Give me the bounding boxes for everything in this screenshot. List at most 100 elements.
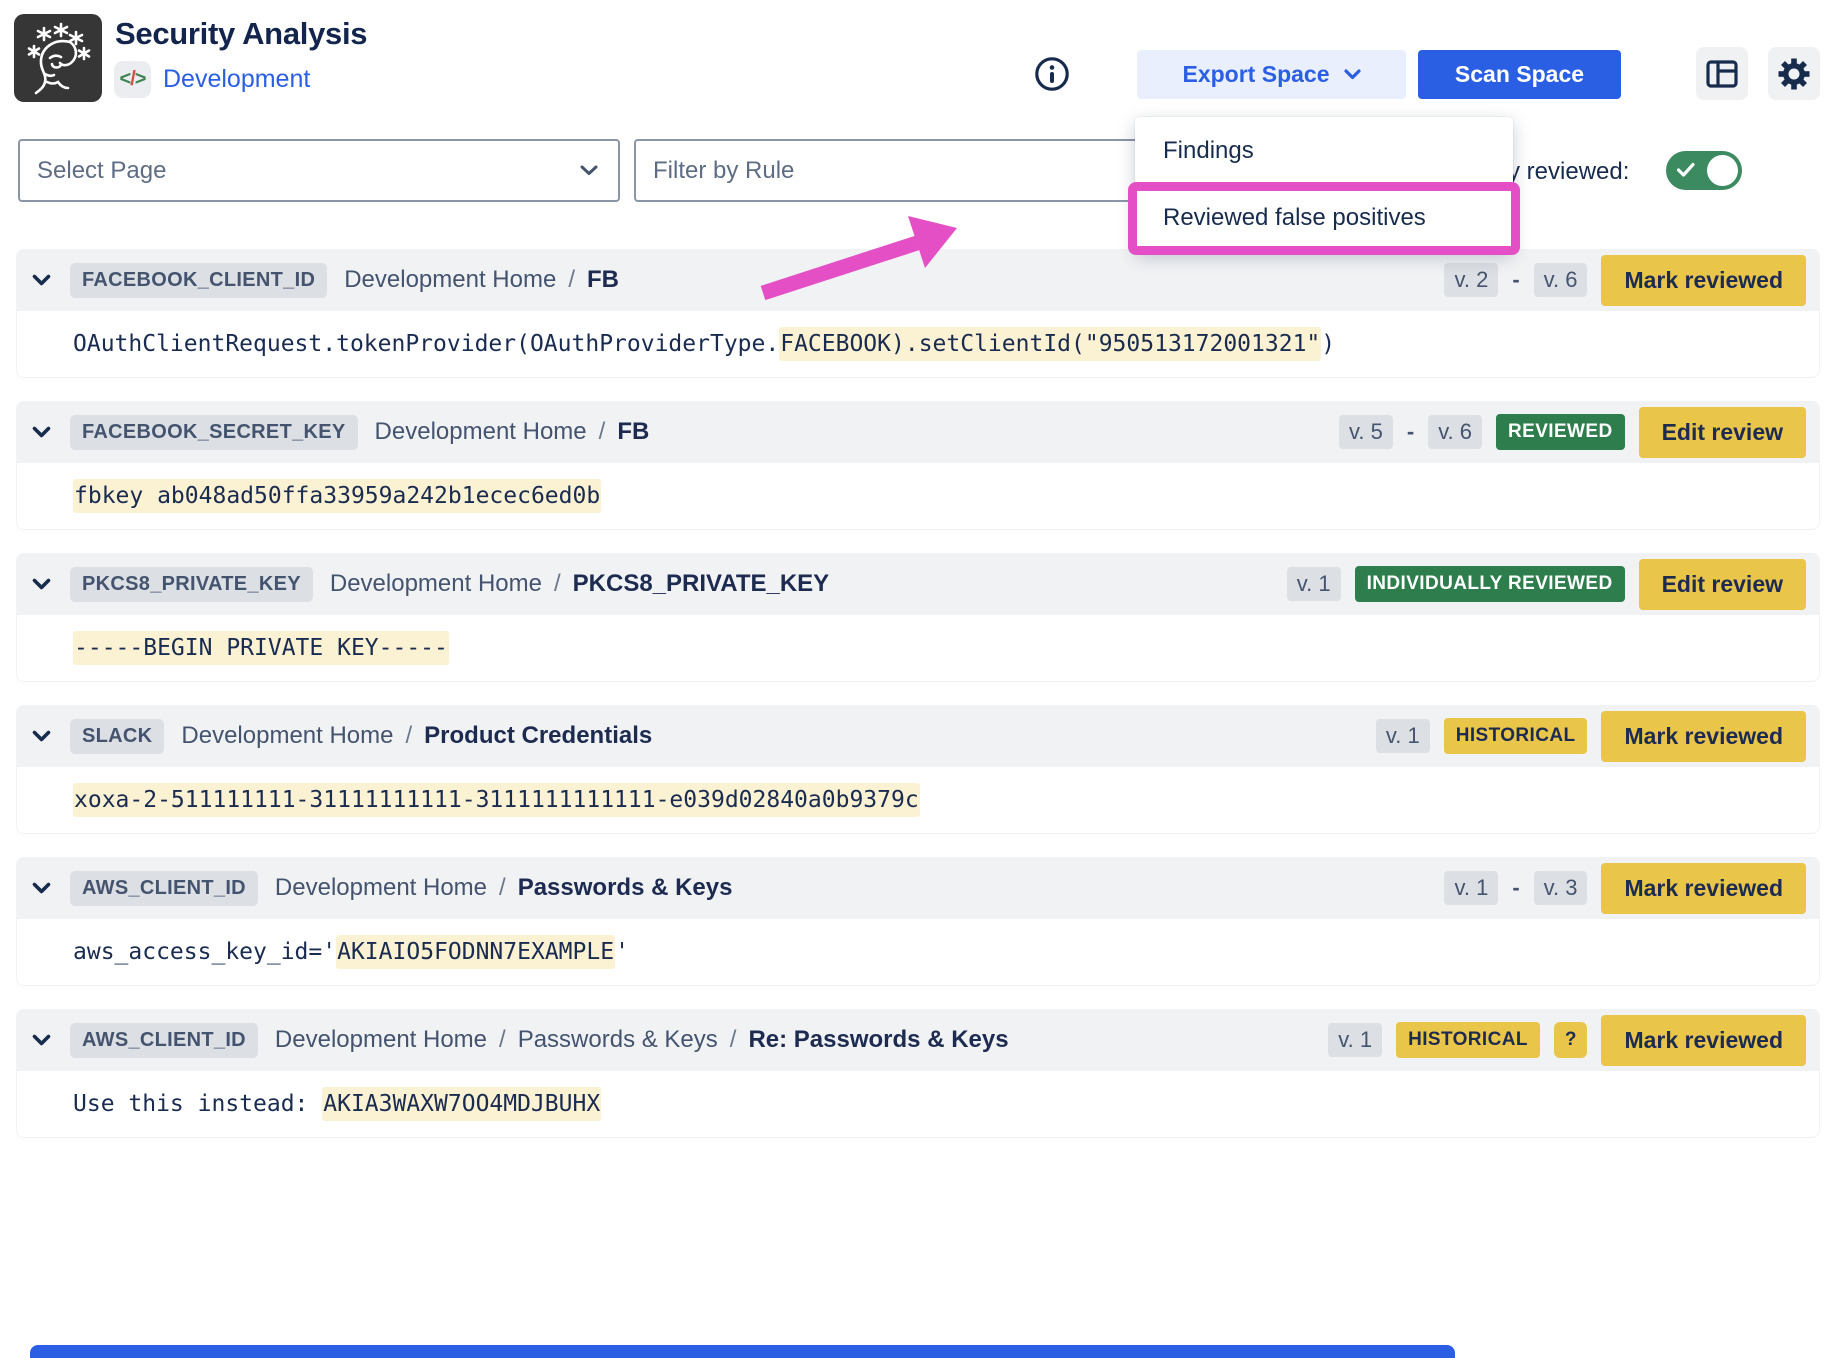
breadcrumb: Development Home/Product Credentials bbox=[181, 722, 652, 750]
breadcrumb-item: Development Home bbox=[375, 418, 587, 446]
finding-snippet: Use this instead: AKIA3WAXW7OO4MDJBUHX bbox=[16, 1071, 1820, 1138]
finding-header-actions: v. 1HISTORICALMark reviewed bbox=[1376, 711, 1806, 762]
status-badge: INDIVIDUALLY REVIEWED bbox=[1355, 566, 1625, 602]
version-badge: v. 1 bbox=[1328, 1023, 1382, 1057]
reviewed-toggle[interactable] bbox=[1666, 151, 1742, 190]
breadcrumb-item: Development Home bbox=[344, 266, 556, 294]
version-range-dash: - bbox=[1512, 267, 1519, 293]
code-icon-gt: > bbox=[135, 68, 146, 91]
chevron-down-icon[interactable] bbox=[32, 426, 51, 438]
rule-badge: FACEBOOK_SECRET_KEY bbox=[70, 415, 358, 450]
breadcrumb-item: FB bbox=[617, 418, 649, 446]
finding-snippet: xoxa-2-511111111-31111111111-31111111111… bbox=[16, 767, 1820, 834]
finding-card: PKCS8_PRIVATE_KEYDevelopment Home/PKCS8_… bbox=[16, 553, 1820, 682]
mark-reviewed-button[interactable]: Mark reviewed bbox=[1601, 863, 1806, 914]
breadcrumb-item: Product Credentials bbox=[424, 722, 652, 750]
breadcrumb-separator: / bbox=[730, 1026, 737, 1054]
finding-card: SLACKDevelopment Home/Product Credential… bbox=[16, 705, 1820, 834]
breadcrumb: Development Home/Passwords & Keys/Re: Pa… bbox=[275, 1026, 1009, 1054]
export-space-button[interactable]: Export Space bbox=[1137, 50, 1406, 99]
finding-snippet: -----BEGIN PRIVATE KEY----- bbox=[16, 615, 1820, 682]
chevron-down-icon[interactable] bbox=[32, 1034, 51, 1046]
mark-reviewed-button[interactable]: Mark reviewed bbox=[1601, 711, 1806, 762]
secret-highlight: AKIA3WAXW7OO4MDJBUHX bbox=[322, 1087, 601, 1121]
breadcrumb-separator: / bbox=[568, 266, 575, 294]
version-badge: v. 5 bbox=[1339, 415, 1393, 449]
check-icon bbox=[1677, 162, 1695, 178]
secret-highlight: -----BEGIN PRIVATE KEY----- bbox=[73, 631, 449, 665]
chevron-down-icon[interactable] bbox=[32, 578, 51, 590]
version-range-dash: - bbox=[1407, 419, 1414, 445]
breadcrumb: Development Home/PKCS8_PRIVATE_KEY bbox=[330, 570, 829, 598]
version-badge: v. 1 bbox=[1376, 719, 1430, 753]
breadcrumb-separator: / bbox=[406, 722, 413, 750]
chevron-down-icon[interactable] bbox=[32, 274, 51, 286]
finding-header: PKCS8_PRIVATE_KEYDevelopment Home/PKCS8_… bbox=[16, 553, 1820, 615]
code-line: OAuthClientRequest.tokenProvider(OAuthPr… bbox=[73, 331, 1335, 357]
code-segment: ) bbox=[1321, 331, 1335, 357]
finding-header-actions: v. 1-v. 3Mark reviewed bbox=[1444, 863, 1806, 914]
layout-panel-icon[interactable] bbox=[1696, 47, 1748, 100]
info-icon[interactable] bbox=[1033, 55, 1071, 93]
chevron-down-icon[interactable] bbox=[32, 730, 51, 742]
filter-by-rule-placeholder: Filter by Rule bbox=[636, 157, 1196, 185]
code-line: xoxa-2-511111111-31111111111-31111111111… bbox=[73, 787, 920, 813]
code-segment: OAuthClientRequest.tokenProvider(OAuthPr… bbox=[73, 331, 779, 357]
rule-badge: AWS_CLIENT_ID bbox=[70, 871, 258, 906]
finding-card: FACEBOOK_SECRET_KEY Development Home/FB v.… bbox=[16, 401, 1820, 530]
secret-highlight: AKIAIO5FODNN7EXAMPLE bbox=[336, 935, 615, 969]
code-line: aws_access_key_id='AKIAIO5FODNN7EXAMPLE' bbox=[73, 939, 629, 965]
toggle-knob bbox=[1707, 155, 1738, 186]
menu-item-reviewed-false-positives[interactable]: Reviewed false positives bbox=[1135, 184, 1513, 251]
status-badge: REVIEWED bbox=[1496, 414, 1625, 450]
secret-highlight: xoxa-2-511111111-31111111111-31111111111… bbox=[73, 783, 920, 817]
security-analysis-page: Security Analysis </> Development Export… bbox=[0, 0, 1836, 1358]
finding-header-actions: v. 1INDIVIDUALLY REVIEWEDEdit review bbox=[1287, 559, 1806, 610]
space-link[interactable]: Development bbox=[163, 65, 310, 94]
code-icon: </> bbox=[114, 61, 151, 98]
secret-highlight: FACEBOOK).setClientId("950513172001321" bbox=[779, 327, 1321, 361]
breadcrumb-item: Passwords & Keys bbox=[518, 874, 733, 902]
mark-reviewed-button[interactable]: Mark reviewed bbox=[1601, 1015, 1806, 1066]
version-badge: v. 2 bbox=[1444, 263, 1498, 297]
edit-review-button[interactable]: Edit review bbox=[1639, 559, 1806, 610]
secret-highlight: fbkey ab048ad50ffa33959a242b1ecec6ed0b bbox=[73, 479, 601, 513]
code-segment: ' bbox=[615, 939, 629, 965]
space-row: </> Development bbox=[114, 61, 310, 98]
select-page-placeholder: Select Page bbox=[20, 157, 580, 185]
version-badge: v. 1 bbox=[1444, 871, 1498, 905]
finding-header-actions: v. 1HISTORICAL?Mark reviewed bbox=[1328, 1015, 1806, 1066]
breadcrumb-item: Development Home bbox=[330, 570, 542, 598]
export-menu: Findings Reviewed false positives bbox=[1135, 117, 1513, 251]
mark-reviewed-button[interactable]: Mark reviewed bbox=[1601, 255, 1806, 306]
bottom-panel-edge bbox=[30, 1345, 1455, 1358]
version-badge: v. 3 bbox=[1534, 871, 1588, 905]
chevron-down-icon bbox=[1344, 69, 1361, 80]
code-line: -----BEGIN PRIVATE KEY----- bbox=[73, 635, 449, 661]
chevron-down-icon[interactable] bbox=[32, 882, 51, 894]
finding-card: FACEBOOK_CLIENT_ID Development Home / FB v. … bbox=[16, 249, 1820, 378]
code-segment: aws_access_key_id=' bbox=[73, 939, 336, 965]
settings-gear-icon[interactable] bbox=[1768, 47, 1820, 100]
version-badge: v. 6 bbox=[1428, 415, 1482, 449]
menu-item-findings[interactable]: Findings bbox=[1135, 117, 1513, 184]
breadcrumb-item: Re: Passwords & Keys bbox=[748, 1026, 1008, 1054]
breadcrumb-item: FB bbox=[587, 266, 619, 294]
breadcrumb-item: Development Home bbox=[275, 874, 487, 902]
finding-snippet: fbkey ab048ad50ffa33959a242b1ecec6ed0b bbox=[16, 463, 1820, 530]
breadcrumb-separator: / bbox=[499, 874, 506, 902]
breadcrumb: Development Home / Passwords & Keys bbox=[275, 874, 733, 902]
rule-badge: FACEBOOK_CLIENT_ID bbox=[70, 263, 327, 298]
chevron-down-icon bbox=[580, 165, 618, 176]
finding-snippet: aws_access_key_id='AKIAIO5FODNN7EXAMPLE' bbox=[16, 919, 1820, 986]
breadcrumb: Development Home/FB bbox=[375, 418, 650, 446]
findings-list: FACEBOOK_CLIENT_IDDevelopment Home/FBv. … bbox=[16, 249, 1820, 1138]
select-page-dropdown[interactable]: Select Page bbox=[18, 139, 620, 202]
code-segment: Use this instead: bbox=[73, 1091, 322, 1117]
export-space-label: Export Space bbox=[1183, 61, 1330, 88]
breadcrumb-separator: / bbox=[554, 570, 561, 598]
help-icon[interactable]: ? bbox=[1554, 1022, 1588, 1058]
edit-review-button[interactable]: Edit review bbox=[1639, 407, 1806, 458]
finding-header-actions: v. 5-v. 6 REVIEWED Edit review bbox=[1339, 407, 1806, 458]
scan-space-button[interactable]: Scan Space bbox=[1418, 50, 1621, 99]
